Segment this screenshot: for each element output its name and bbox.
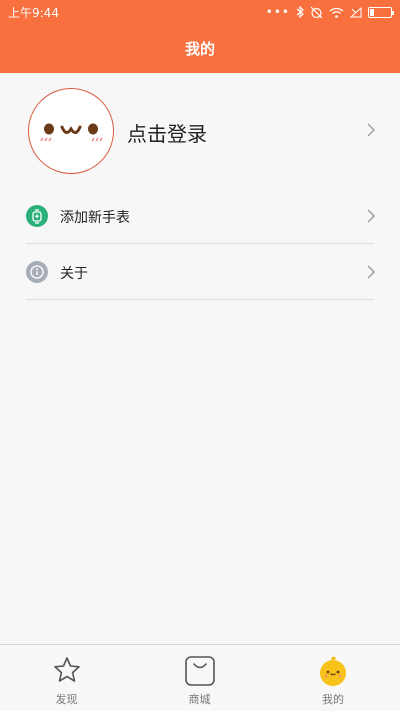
menu-label-about: 关于 — [60, 266, 88, 282]
wifi-icon — [329, 7, 344, 18]
info-icon — [26, 261, 48, 283]
alarm-off-icon — [310, 6, 323, 18]
divider — [26, 299, 374, 300]
tab-discover[interactable]: 发现 — [0, 645, 133, 711]
bottom-tab-bar: 发现 商城 我的 — [0, 644, 400, 711]
menu-item-about[interactable]: 关于 — [26, 244, 375, 300]
avatar[interactable] — [28, 88, 114, 174]
tab-mall[interactable]: 商城 — [133, 645, 266, 711]
mascot-icon — [320, 656, 346, 686]
battery-icon — [368, 6, 394, 18]
menu-item-add-watch[interactable]: 添加新手表 — [26, 188, 375, 244]
tab-label-mall: 商城 — [188, 693, 211, 706]
tab-label-discover: 发现 — [55, 693, 78, 706]
page-title: 我的 — [184, 40, 215, 58]
menu-label-add-watch: 添加新手表 — [60, 210, 130, 226]
login-row[interactable]: 点击登录 — [0, 86, 400, 176]
mascot-face-icon — [40, 123, 103, 142]
star-icon — [53, 657, 80, 682]
watch-icon — [26, 205, 48, 227]
signal-icon — [350, 6, 362, 17]
login-label[interactable]: 点击登录 — [127, 118, 207, 147]
bluetooth-icon — [296, 6, 304, 18]
chevron-right-icon — [367, 123, 375, 137]
tab-mine[interactable]: 我的 — [266, 645, 400, 711]
status-time: 上午9:44 — [8, 6, 59, 20]
app-header: 上午9:44 ••• 我的 — [0, 0, 400, 73]
status-icons: ••• — [265, 3, 394, 21]
tab-label-mine: 我的 — [322, 693, 344, 706]
more-dots-icon: ••• — [265, 5, 290, 19]
status-bar: 上午9:44 ••• — [0, 0, 400, 24]
chevron-right-icon — [367, 265, 375, 279]
shopping-bag-icon — [184, 656, 215, 686]
chevron-right-icon — [367, 209, 375, 223]
